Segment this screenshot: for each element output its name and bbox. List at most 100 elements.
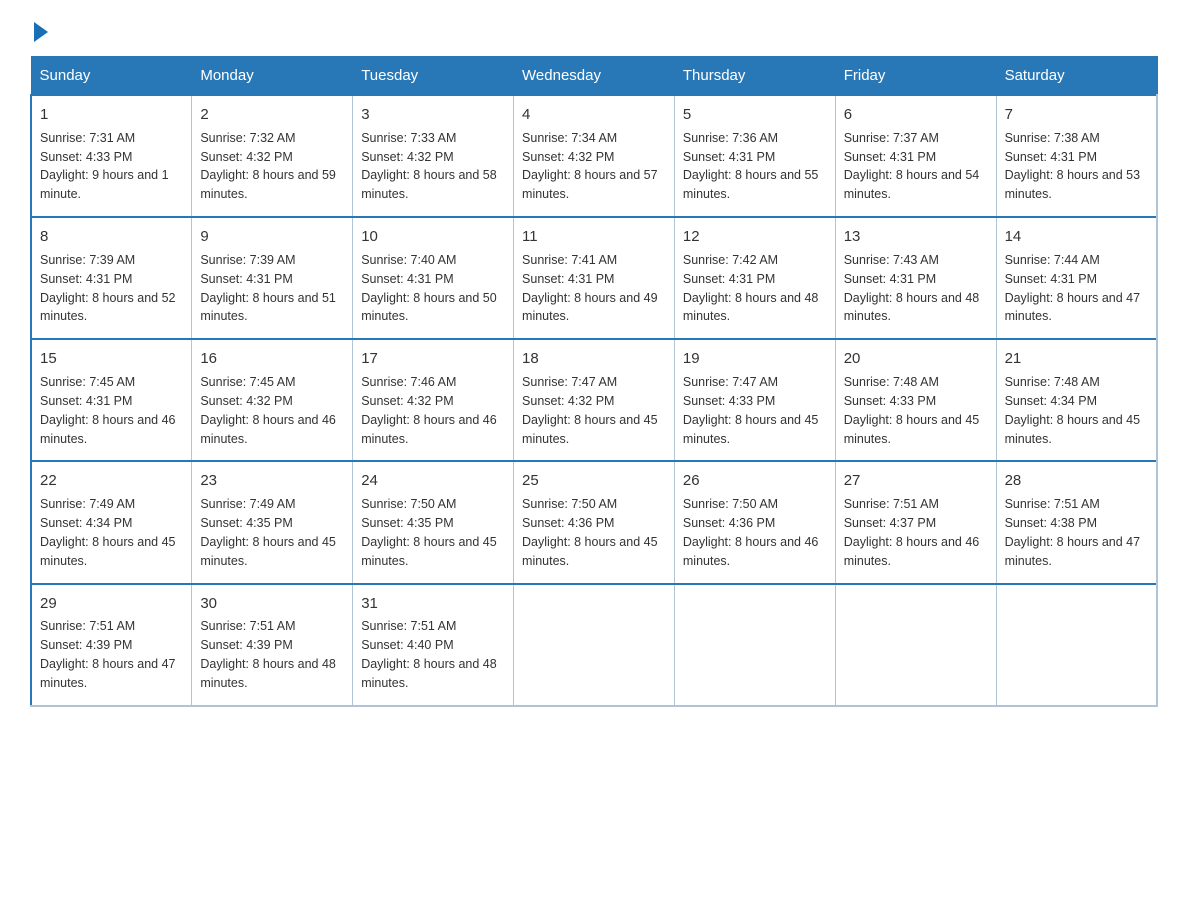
day-number: 7 (1005, 104, 1148, 126)
day-info: Sunrise: 7:51 AMSunset: 4:38 PMDaylight:… (1005, 497, 1141, 568)
calendar-cell: 11 Sunrise: 7:41 AMSunset: 4:31 PMDayligh… (514, 217, 675, 339)
logo-arrow-icon (34, 22, 48, 42)
calendar-cell: 15 Sunrise: 7:45 AMSunset: 4:31 PMDayligh… (31, 339, 192, 461)
day-info: Sunrise: 7:31 AMSunset: 4:33 PMDaylight:… (40, 131, 169, 202)
day-number: 6 (844, 104, 988, 126)
calendar-cell: 22 Sunrise: 7:49 AMSunset: 4:34 PMDayligh… (31, 461, 192, 583)
day-number: 16 (200, 348, 344, 370)
calendar-cell: 30 Sunrise: 7:51 AMSunset: 4:39 PMDayligh… (192, 584, 353, 706)
calendar-cell (835, 584, 996, 706)
day-number: 19 (683, 348, 827, 370)
day-info: Sunrise: 7:45 AMSunset: 4:32 PMDaylight:… (200, 375, 336, 446)
day-number: 22 (40, 470, 183, 492)
day-info: Sunrise: 7:36 AMSunset: 4:31 PMDaylight:… (683, 131, 819, 202)
day-info: Sunrise: 7:33 AMSunset: 4:32 PMDaylight:… (361, 131, 497, 202)
calendar-week-2: 8 Sunrise: 7:39 AMSunset: 4:31 PMDaylight… (31, 217, 1157, 339)
calendar-cell: 9 Sunrise: 7:39 AMSunset: 4:31 PMDaylight… (192, 217, 353, 339)
day-info: Sunrise: 7:48 AMSunset: 4:33 PMDaylight:… (844, 375, 980, 446)
day-info: Sunrise: 7:41 AMSunset: 4:31 PMDaylight:… (522, 253, 658, 324)
day-number: 27 (844, 470, 988, 492)
calendar-cell: 21Sunrise: 7:48 AMSunset: 4:34 PMDayligh… (996, 339, 1157, 461)
calendar-table: SundayMondayTuesdayWednesdayThursdayFrid… (30, 56, 1158, 707)
day-info: Sunrise: 7:44 AMSunset: 4:31 PMDaylight:… (1005, 253, 1141, 324)
logo (30, 20, 48, 38)
calendar-cell: 29 Sunrise: 7:51 AMSunset: 4:39 PMDayligh… (31, 584, 192, 706)
header-tuesday: Tuesday (353, 57, 514, 96)
calendar-cell: 17 Sunrise: 7:46 AMSunset: 4:32 PMDayligh… (353, 339, 514, 461)
day-number: 15 (40, 348, 183, 370)
calendar-cell: 7Sunrise: 7:38 AMSunset: 4:31 PMDaylight… (996, 95, 1157, 217)
header-friday: Friday (835, 57, 996, 96)
calendar-cell: 31 Sunrise: 7:51 AMSunset: 4:40 PMDayligh… (353, 584, 514, 706)
calendar-cell: 13 Sunrise: 7:43 AMSunset: 4:31 PMDayligh… (835, 217, 996, 339)
day-number: 23 (200, 470, 344, 492)
day-info: Sunrise: 7:49 AMSunset: 4:35 PMDaylight:… (200, 497, 336, 568)
calendar-cell: 26 Sunrise: 7:50 AMSunset: 4:36 PMDayligh… (674, 461, 835, 583)
calendar-cell: 23 Sunrise: 7:49 AMSunset: 4:35 PMDayligh… (192, 461, 353, 583)
day-number: 1 (40, 104, 183, 126)
day-info: Sunrise: 7:49 AMSunset: 4:34 PMDaylight:… (40, 497, 176, 568)
day-number: 13 (844, 226, 988, 248)
day-number: 25 (522, 470, 666, 492)
day-number: 28 (1005, 470, 1148, 492)
day-info: Sunrise: 7:51 AMSunset: 4:39 PMDaylight:… (40, 619, 176, 690)
day-number: 26 (683, 470, 827, 492)
calendar-week-5: 29 Sunrise: 7:51 AMSunset: 4:39 PMDayligh… (31, 584, 1157, 706)
header-saturday: Saturday (996, 57, 1157, 96)
day-info: Sunrise: 7:45 AMSunset: 4:31 PMDaylight:… (40, 375, 176, 446)
day-number: 8 (40, 226, 183, 248)
page-header (30, 20, 1158, 38)
calendar-cell: 24 Sunrise: 7:50 AMSunset: 4:35 PMDayligh… (353, 461, 514, 583)
day-number: 29 (40, 593, 183, 615)
header-sunday: Sunday (31, 57, 192, 96)
calendar-cell (514, 584, 675, 706)
day-info: Sunrise: 7:50 AMSunset: 4:36 PMDaylight:… (683, 497, 819, 568)
day-info: Sunrise: 7:51 AMSunset: 4:37 PMDaylight:… (844, 497, 980, 568)
day-info: Sunrise: 7:34 AMSunset: 4:32 PMDaylight:… (522, 131, 658, 202)
day-number: 10 (361, 226, 505, 248)
day-info: Sunrise: 7:50 AMSunset: 4:36 PMDaylight:… (522, 497, 658, 568)
calendar-cell (674, 584, 835, 706)
day-number: 14 (1005, 226, 1148, 248)
header-wednesday: Wednesday (514, 57, 675, 96)
day-number: 17 (361, 348, 505, 370)
day-info: Sunrise: 7:43 AMSunset: 4:31 PMDaylight:… (844, 253, 980, 324)
day-number: 9 (200, 226, 344, 248)
day-info: Sunrise: 7:47 AMSunset: 4:33 PMDaylight:… (683, 375, 819, 446)
day-number: 31 (361, 593, 505, 615)
calendar-cell: 28 Sunrise: 7:51 AMSunset: 4:38 PMDayligh… (996, 461, 1157, 583)
calendar-week-4: 22 Sunrise: 7:49 AMSunset: 4:34 PMDayligh… (31, 461, 1157, 583)
day-number: 5 (683, 104, 827, 126)
calendar-cell: 18Sunrise: 7:47 AMSunset: 4:32 PMDayligh… (514, 339, 675, 461)
calendar-cell: 5 Sunrise: 7:36 AMSunset: 4:31 PMDaylight… (674, 95, 835, 217)
day-info: Sunrise: 7:51 AMSunset: 4:40 PMDaylight:… (361, 619, 497, 690)
day-number: 3 (361, 104, 505, 126)
calendar-cell: 3 Sunrise: 7:33 AMSunset: 4:32 PMDaylight… (353, 95, 514, 217)
day-info: Sunrise: 7:51 AMSunset: 4:39 PMDaylight:… (200, 619, 336, 690)
day-info: Sunrise: 7:50 AMSunset: 4:35 PMDaylight:… (361, 497, 497, 568)
day-number: 20 (844, 348, 988, 370)
calendar-cell: 8Sunrise: 7:39 AMSunset: 4:31 PMDaylight… (31, 217, 192, 339)
day-number: 24 (361, 470, 505, 492)
calendar-cell: 10Sunrise: 7:40 AMSunset: 4:31 PMDayligh… (353, 217, 514, 339)
header-monday: Monday (192, 57, 353, 96)
day-info: Sunrise: 7:48 AMSunset: 4:34 PMDaylight:… (1005, 375, 1141, 446)
day-number: 2 (200, 104, 344, 126)
calendar-cell: 19 Sunrise: 7:47 AMSunset: 4:33 PMDayligh… (674, 339, 835, 461)
day-info: Sunrise: 7:32 AMSunset: 4:32 PMDaylight:… (200, 131, 336, 202)
day-number: 30 (200, 593, 344, 615)
calendar-cell: 1 Sunrise: 7:31 AMSunset: 4:33 PMDaylight… (31, 95, 192, 217)
calendar-cell: 6Sunrise: 7:37 AMSunset: 4:31 PMDaylight… (835, 95, 996, 217)
day-info: Sunrise: 7:39 AMSunset: 4:31 PMDaylight:… (200, 253, 336, 324)
day-number: 12 (683, 226, 827, 248)
header-thursday: Thursday (674, 57, 835, 96)
calendar-cell: 2 Sunrise: 7:32 AMSunset: 4:32 PMDaylight… (192, 95, 353, 217)
day-info: Sunrise: 7:47 AMSunset: 4:32 PMDaylight:… (522, 375, 658, 446)
calendar-week-1: 1 Sunrise: 7:31 AMSunset: 4:33 PMDaylight… (31, 95, 1157, 217)
calendar-cell: 25 Sunrise: 7:50 AMSunset: 4:36 PMDayligh… (514, 461, 675, 583)
calendar-cell (996, 584, 1157, 706)
day-number: 11 (522, 226, 666, 248)
calendar-cell: 27 Sunrise: 7:51 AMSunset: 4:37 PMDayligh… (835, 461, 996, 583)
day-info: Sunrise: 7:46 AMSunset: 4:32 PMDaylight:… (361, 375, 497, 446)
day-info: Sunrise: 7:42 AMSunset: 4:31 PMDaylight:… (683, 253, 819, 324)
